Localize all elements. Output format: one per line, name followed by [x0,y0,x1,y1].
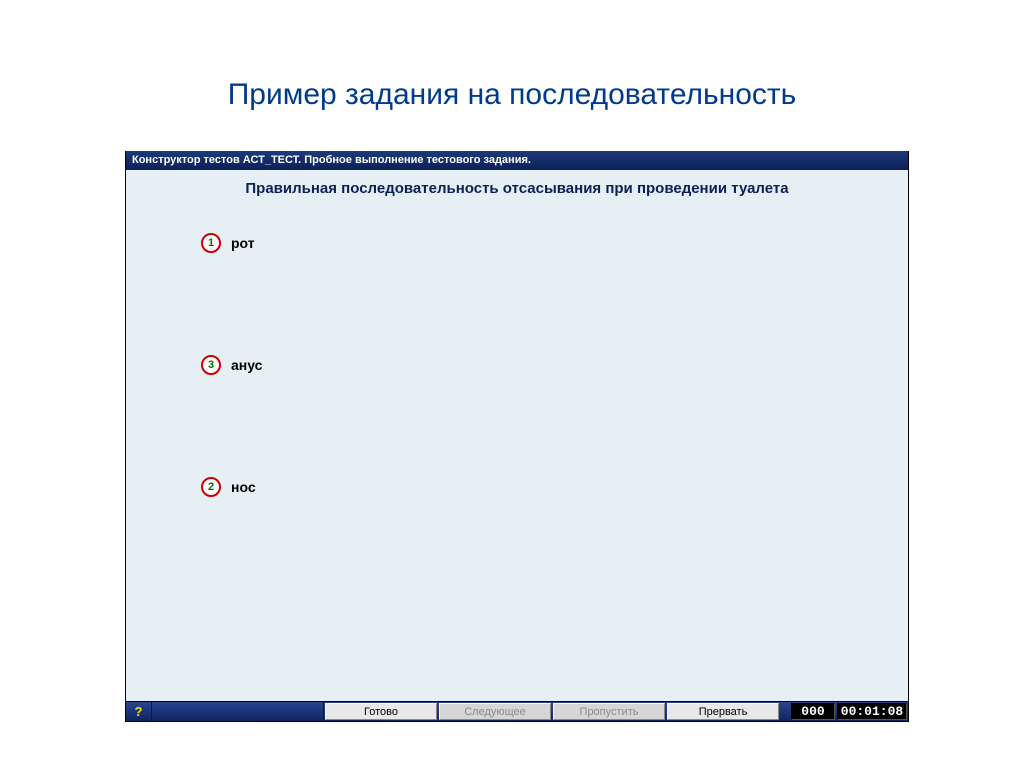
sequence-label: нос [231,479,256,495]
sequence-item[interactable]: 3 анус [201,355,262,375]
question-text: Правильная последовательность отсасывани… [126,180,908,197]
sequence-badge[interactable]: 3 [201,355,221,375]
window-titlebar: Конструктор тестов АСТ_ТЕСТ. Пробное вып… [126,151,908,170]
sequence-badge[interactable]: 2 [201,477,221,497]
help-button[interactable]: ? [126,702,152,721]
ready-button[interactable]: Готово [325,703,437,720]
help-icon: ? [135,704,143,719]
sequence-item[interactable]: 2 нос [201,477,256,497]
statusbar-spacer [152,702,324,721]
statusbar: ? Готово Следующее Пропустить Прервать 0… [126,701,908,721]
sequence-item[interactable]: 1 рот [201,233,255,253]
timer-display: 00:01:08 [837,703,907,720]
sequence-label: анус [231,357,262,373]
content-area: 1 рот 3 анус 2 нос [126,197,908,701]
counter-display: 000 [791,703,835,720]
slide-title: Пример задания на последовательность [0,78,1024,112]
sequence-badge[interactable]: 1 [201,233,221,253]
next-button: Следующее [439,703,551,720]
skip-button: Пропустить [553,703,665,720]
app-window: Конструктор тестов АСТ_ТЕСТ. Пробное вып… [125,151,909,722]
sequence-label: рот [231,235,255,251]
abort-button[interactable]: Прервать [667,703,779,720]
statusbar-spacer [780,702,790,721]
